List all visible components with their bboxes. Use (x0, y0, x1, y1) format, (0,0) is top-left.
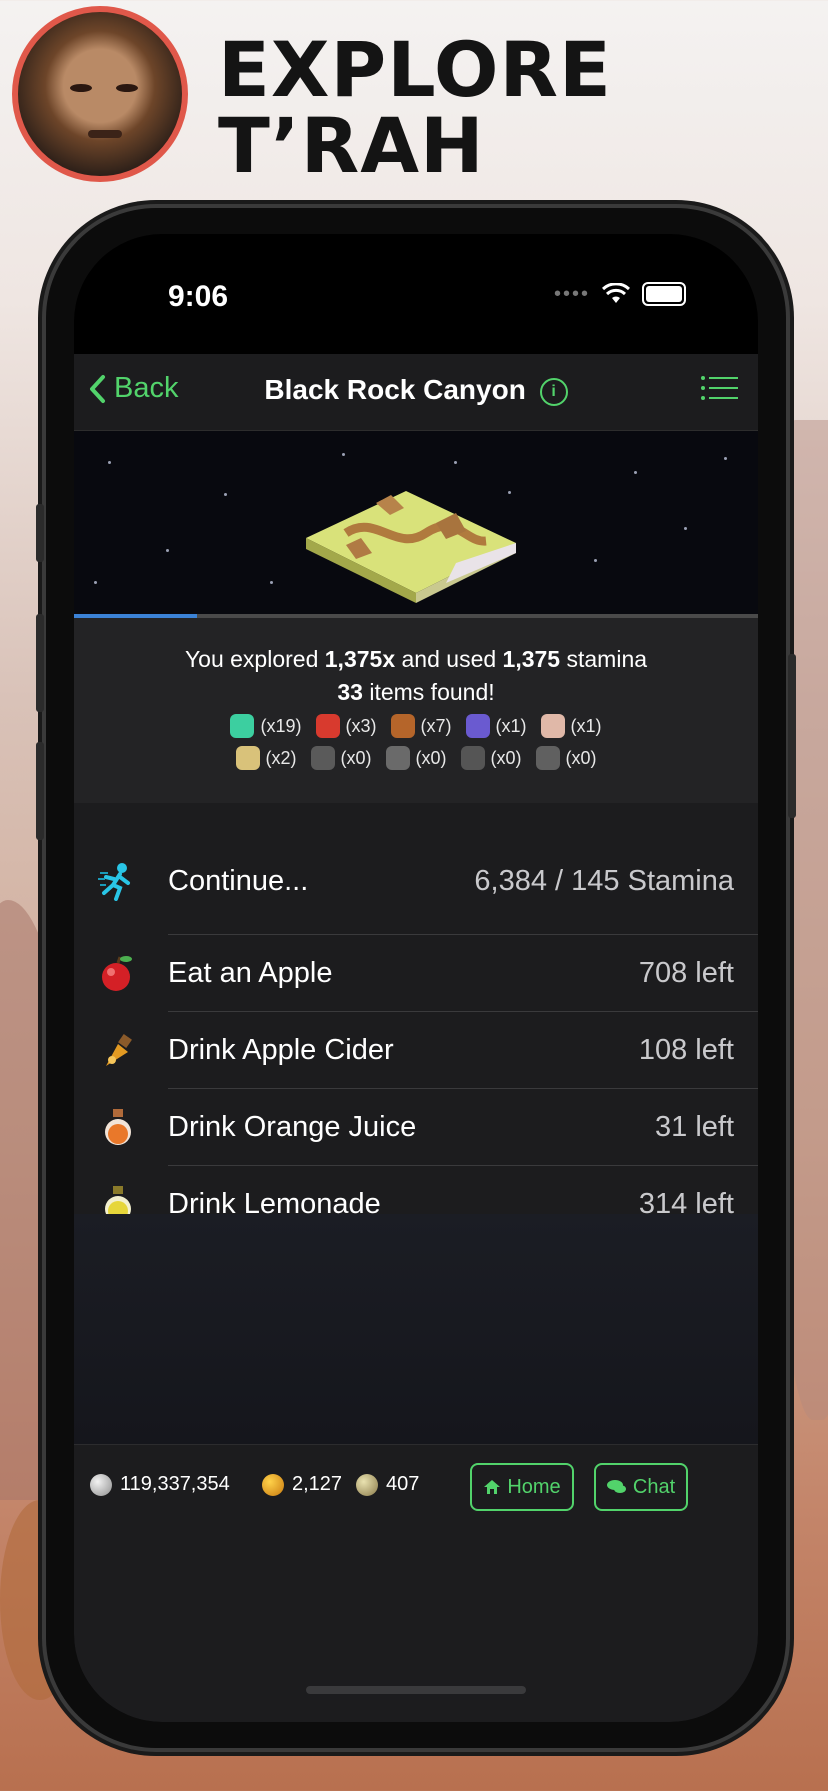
bone-icon (540, 714, 565, 738)
phone-screen: 9:06 •••• Back Black Rock Canyon i You e… (74, 234, 758, 1722)
home-button[interactable]: Home (470, 1463, 574, 1511)
found-item: (x2) (235, 746, 297, 770)
found-item-count: (x0) (565, 747, 597, 768)
found-item-count: (x2) (265, 747, 297, 768)
battery-icon (642, 282, 686, 306)
found-item: (x19) (230, 714, 302, 738)
location-title: Black Rock Canyon (264, 374, 526, 405)
found-item-count: (x19) (260, 715, 302, 736)
shell-icon (390, 714, 415, 738)
found-item: (x0) (460, 746, 522, 770)
explored-count: 1,375x (324, 646, 396, 672)
app-content: Back Black Rock Canyon i You explored 1,… (74, 354, 758, 1722)
feather-icon (460, 746, 485, 770)
stamina-used: 1,375 (502, 646, 561, 672)
found-items-row: (x19) (x3) (x7) (x1) (x1) (74, 714, 758, 738)
action-label: Drink Orange Juice (168, 1110, 417, 1143)
promo-title-line1: EXPLORE T’RAH (218, 25, 612, 190)
found-item-count: (x0) (340, 747, 372, 768)
scorpion-icon (315, 714, 340, 738)
found-item: (x0) (385, 746, 447, 770)
navigation-bar: Back Black Rock Canyon i (74, 354, 758, 431)
phone-frame: 9:06 •••• Back Black Rock Canyon i You e… (36, 208, 796, 1748)
page-title: Black Rock Canyon i (74, 374, 758, 406)
found-item-count: (x7) (420, 715, 452, 736)
chat-label: Chat (632, 1475, 676, 1498)
bronze-coin-icon (356, 1473, 378, 1496)
found-items-row: (x2) (x0) (x0) (x0) (x0) (74, 746, 758, 770)
crystal-icon (230, 714, 255, 738)
found-item: (x7) (390, 714, 452, 738)
gold-amount: 2,127 (292, 1473, 343, 1495)
gold-coin-icon (262, 1473, 284, 1496)
found-item-count: (x1) (570, 715, 602, 736)
drink-orange-juice-row[interactable]: Drink Orange Juice 31 left (74, 1089, 758, 1165)
found-item-count: (x1) (495, 715, 527, 736)
explored-middle: and used (395, 646, 503, 672)
action-label: Eat an Apple (168, 956, 333, 989)
silver-coin-icon (90, 1473, 112, 1496)
continue-row[interactable]: Continue... 6,384 / 145 Stamina (74, 828, 758, 934)
horn-icon (385, 746, 410, 770)
action-label: Drink Apple Cider (168, 1033, 394, 1066)
eat-apple-row[interactable]: Eat an Apple 708 left (74, 935, 758, 1011)
canyon-map-tile (306, 483, 516, 608)
silver-balance: 119,337,354 (90, 1473, 230, 1496)
items-found-text: 33 items found! (74, 679, 758, 706)
list-menu-button[interactable] (700, 374, 738, 407)
running-man-icon (98, 863, 130, 901)
ore-icon (535, 746, 560, 770)
items-found-count: 33 (337, 679, 363, 705)
found-item-count: (x3) (345, 715, 377, 736)
drink-apple-cider-row[interactable]: Drink Apple Cider 108 left (74, 1012, 758, 1088)
found-item: (x3) (315, 714, 377, 738)
explored-text: You explored 1,375x and used 1,375 stami… (74, 646, 758, 673)
found-item: (x1) (540, 714, 602, 738)
home-label: Home (507, 1475, 561, 1498)
wifi-icon (602, 283, 630, 305)
location-banner (74, 431, 758, 614)
found-item: (x0) (310, 746, 372, 770)
found-item-count: (x0) (490, 747, 522, 768)
exploration-summary: You explored 1,375x and used 1,375 stami… (74, 618, 758, 803)
bottom-bar: 119,337,354 2,127 407 Home Chat (74, 1444, 758, 1525)
found-item-count: (x0) (415, 747, 447, 768)
bronze-amount: 407 (386, 1473, 420, 1495)
action-label: Continue... (168, 864, 309, 897)
cider-bottle-icon (106, 1034, 132, 1066)
gold-balance: 2,127 (262, 1473, 342, 1496)
empty-content-area (74, 1214, 758, 1444)
chat-icon (606, 1480, 626, 1493)
bronze-balance: 407 (356, 1473, 419, 1496)
home-indicator (306, 1686, 526, 1694)
coin-icon (235, 746, 260, 770)
info-icon[interactable]: i (539, 377, 568, 406)
action-list: Continue... 6,384 / 145 Stamina Eat an A… (74, 828, 758, 1222)
action-value: 708 left (638, 956, 734, 989)
orange-juice-icon (105, 1109, 131, 1145)
explored-suffix: stamina (560, 646, 648, 672)
apple-icon (102, 956, 132, 991)
list-icon (701, 376, 738, 400)
chat-button[interactable]: Chat (594, 1463, 688, 1511)
signal-icon: •••• (553, 282, 590, 305)
chest-icon (465, 714, 490, 738)
action-value: 6,384 / 145 Stamina (474, 864, 734, 897)
action-value: 108 left (638, 1033, 734, 1066)
found-item: (x0) (535, 746, 597, 770)
items-found-suffix: items found! (362, 679, 495, 705)
silver-amount: 119,337,354 (120, 1473, 230, 1495)
cube-icon (310, 746, 335, 770)
explored-prefix: You explored (184, 646, 325, 672)
home-icon (484, 1480, 501, 1494)
status-bar: 9:06 •••• (74, 234, 758, 354)
status-time: 9:06 (168, 280, 229, 313)
found-item: (x1) (465, 714, 527, 738)
action-value: 31 left (655, 1110, 734, 1143)
character-portrait (12, 6, 188, 182)
